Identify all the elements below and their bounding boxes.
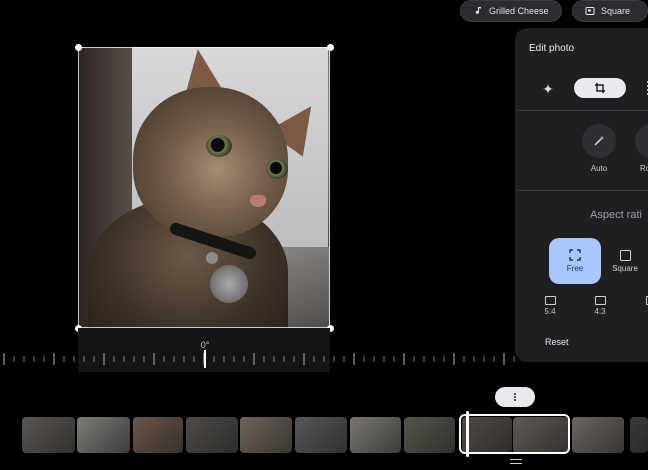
rotation-indicator bbox=[204, 350, 206, 368]
aspect-5-4-button[interactable]: 5:4 bbox=[538, 296, 562, 316]
free-crop-icon bbox=[569, 249, 581, 261]
rotation-ruler[interactable] bbox=[0, 352, 515, 366]
aspect-square-label: Square bbox=[612, 263, 638, 273]
drag-handle[interactable] bbox=[510, 459, 522, 464]
filmstrip-thumbnail[interactable] bbox=[350, 417, 401, 453]
crop-handle-top-left[interactable] bbox=[75, 44, 82, 51]
aspect-chip-label: Square bbox=[601, 6, 631, 16]
rotate-label: Ro bbox=[640, 164, 648, 173]
crop-rotate-icon bbox=[595, 83, 605, 93]
panel-divider bbox=[515, 190, 648, 191]
edit-panel: Edit photo ✦ Auto Ro Aspect rati Free Sq… bbox=[515, 28, 648, 362]
aspect-free-label: Free bbox=[566, 264, 584, 273]
aspect-free-button[interactable]: Free bbox=[549, 238, 601, 284]
reset-button[interactable]: Reset bbox=[545, 337, 569, 347]
filmstrip-thumbnail[interactable] bbox=[240, 417, 292, 453]
aspect-square-button[interactable]: Square bbox=[607, 238, 643, 284]
aspect-3-button[interactable]: 3 bbox=[639, 296, 648, 316]
square-icon bbox=[619, 249, 631, 261]
aspect-4-3-button[interactable]: 4:3 bbox=[588, 296, 612, 316]
aspect-frame-icon bbox=[585, 7, 595, 15]
filmstrip-thumbnail[interactable] bbox=[77, 417, 130, 453]
auto-button[interactable] bbox=[582, 124, 616, 158]
tab-crop-rotate[interactable] bbox=[574, 78, 626, 98]
crop-handle-top-right[interactable] bbox=[327, 44, 334, 51]
playhead[interactable] bbox=[466, 411, 469, 457]
filmstrip-thumbnail[interactable] bbox=[22, 417, 75, 453]
filmstrip-thumbnail[interactable] bbox=[186, 417, 238, 453]
filmstrip-thumbnail[interactable] bbox=[404, 417, 455, 453]
rotate-button[interactable] bbox=[635, 124, 648, 158]
magic-wand-icon bbox=[594, 136, 604, 146]
aspect-chip[interactable]: Square bbox=[572, 0, 648, 22]
aspect-4-3-label: 4:3 bbox=[594, 307, 606, 316]
aspect-5-4-label: 5:4 bbox=[544, 307, 556, 316]
ratio-rect-icon bbox=[594, 296, 606, 305]
rotation-angle-label: 0° bbox=[200, 340, 210, 350]
filmstrip-thumbnail[interactable] bbox=[133, 417, 183, 453]
filmstrip-thumbnail[interactable] bbox=[630, 417, 648, 453]
suggestions-sparkle-icon[interactable]: ✦ bbox=[539, 80, 557, 98]
ratio-rect-icon bbox=[544, 296, 556, 305]
tab-more-partial[interactable] bbox=[643, 78, 648, 98]
panel-divider bbox=[515, 110, 648, 111]
selected-clip-frame[interactable] bbox=[459, 414, 570, 454]
music-note-icon bbox=[475, 7, 481, 14]
more-options-button[interactable] bbox=[495, 387, 535, 407]
filmstrip-thumbnail[interactable] bbox=[295, 417, 347, 453]
photo-preview bbox=[78, 47, 330, 328]
panel-title: Edit photo bbox=[529, 43, 575, 54]
music-chip[interactable]: Grilled Cheese bbox=[460, 0, 562, 22]
auto-label: Auto bbox=[590, 164, 608, 173]
more-vert-icon bbox=[514, 393, 516, 401]
filmstrip-thumbnail[interactable] bbox=[572, 417, 624, 453]
aspect-ratio-heading: Aspect rati bbox=[590, 209, 642, 221]
music-chip-label: Grilled Cheese bbox=[489, 6, 549, 16]
